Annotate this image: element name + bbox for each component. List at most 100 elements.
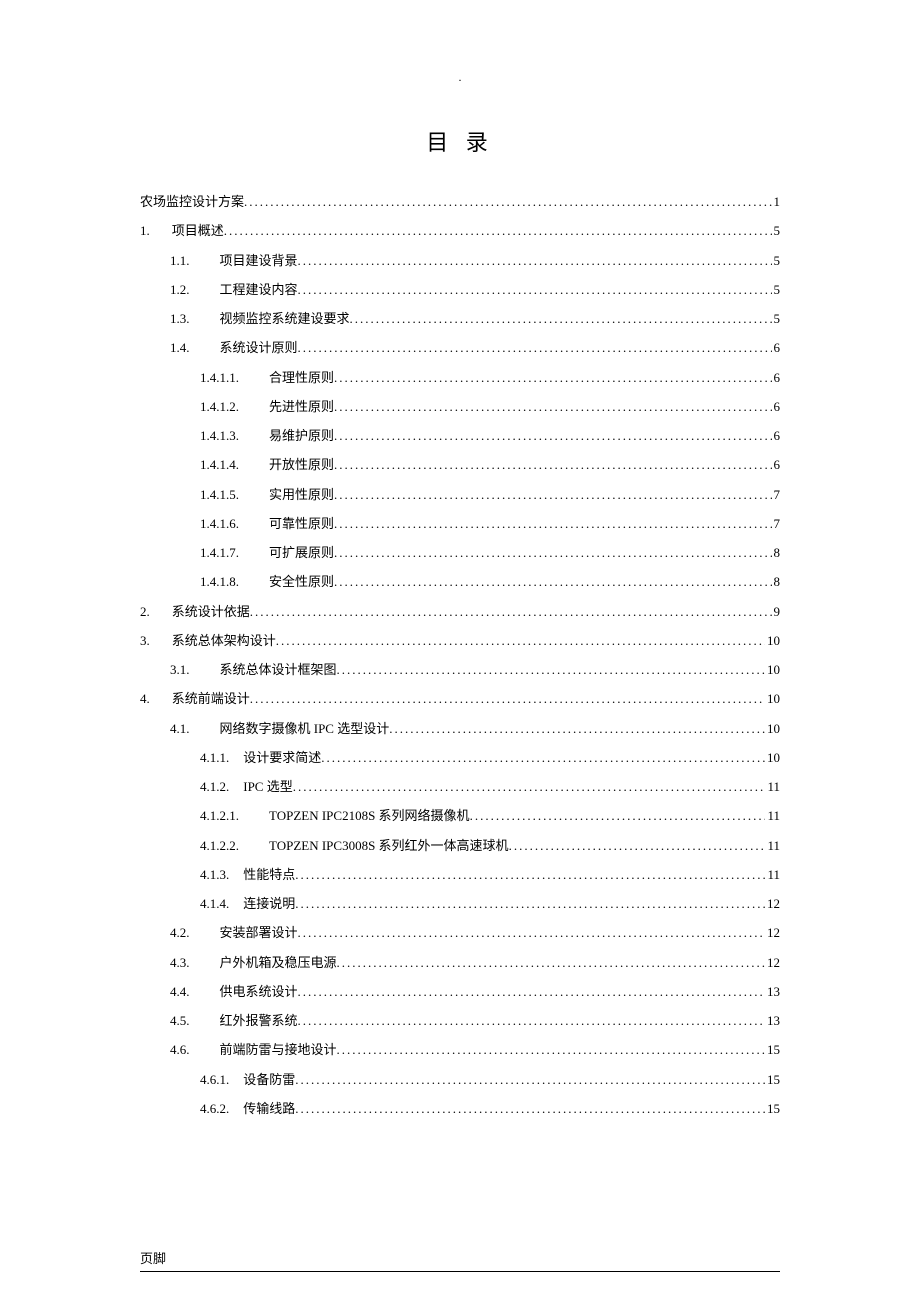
toc-number: 3.1. bbox=[170, 655, 190, 684]
toc-text: 易维护原则 bbox=[269, 421, 334, 450]
toc-entry: 1.4.1.3. 易维护原则 6 bbox=[140, 421, 780, 450]
toc-leader-dots bbox=[276, 626, 765, 655]
toc-number: 1.4.1.3. bbox=[200, 421, 239, 450]
toc-text: 户外机箱及稳压电源 bbox=[220, 948, 337, 977]
toc-leader-dots bbox=[389, 714, 765, 743]
toc-text: 项目建设背景 bbox=[220, 246, 298, 275]
toc-text: 性能特点 bbox=[243, 860, 295, 889]
toc-leader-dots bbox=[334, 450, 771, 479]
toc-page-number: 10 bbox=[765, 684, 780, 713]
toc-leader-dots bbox=[295, 889, 765, 918]
toc-page-number: 10 bbox=[765, 626, 780, 655]
toc-page-number: 11 bbox=[765, 801, 780, 830]
toc-entry: 4.1.1.设计要求简述10 bbox=[140, 743, 780, 772]
toc-page-number: 6 bbox=[772, 421, 781, 450]
toc-entry: 2.系统设计依据9 bbox=[140, 597, 780, 626]
toc-entry: 1.4.1.5. 实用性原则 7 bbox=[140, 480, 780, 509]
toc-leader-dots bbox=[470, 801, 766, 830]
toc-number: 1. bbox=[140, 216, 150, 245]
toc-text: 连接说明 bbox=[243, 889, 295, 918]
toc-page-number: 10 bbox=[765, 655, 780, 684]
toc-text: 项目概述 bbox=[172, 216, 224, 245]
toc-text: 工程建设内容 bbox=[220, 275, 298, 304]
toc-entry: 4.6.1.设备防雷15 bbox=[140, 1065, 780, 1094]
toc-number: 4.6.1. bbox=[200, 1065, 229, 1094]
toc-number: 1.2. bbox=[170, 275, 190, 304]
toc-text: 开放性原则 bbox=[269, 450, 334, 479]
toc-number: 1.4.1.2. bbox=[200, 392, 239, 421]
toc-leader-dots bbox=[295, 1094, 765, 1123]
toc-number: 1.1. bbox=[170, 246, 190, 275]
toc-text: 视频监控系统建设要求 bbox=[220, 304, 350, 333]
toc-entry: 4.1.2.2.TOPZEN IPC3008S 系列红外一体高速球机11 bbox=[140, 831, 780, 860]
toc-number: 1.4.1.7. bbox=[200, 538, 239, 567]
toc-page-number: 6 bbox=[772, 363, 781, 392]
toc-page-number: 11 bbox=[765, 831, 780, 860]
toc-entry: 1.4.系统设计原则6 bbox=[140, 333, 780, 362]
toc-page-number: 15 bbox=[765, 1094, 780, 1123]
toc-leader-dots bbox=[224, 216, 772, 245]
toc-page-number: 15 bbox=[765, 1065, 780, 1094]
toc-number: 2. bbox=[140, 597, 150, 626]
toc-entry: 4.2.安装部署设计12 bbox=[140, 918, 780, 947]
toc-leader-dots bbox=[250, 597, 772, 626]
toc-number: 1.4.1.4. bbox=[200, 450, 239, 479]
toc-page-number: 5 bbox=[772, 304, 781, 333]
toc-text: 系统总体设计框架图 bbox=[220, 655, 337, 684]
toc-page-number: 15 bbox=[765, 1035, 780, 1064]
toc-leader-dots bbox=[334, 509, 771, 538]
toc-text: IPC 选型 bbox=[243, 772, 292, 801]
toc-leader-dots bbox=[298, 918, 765, 947]
toc-page-number: 11 bbox=[765, 772, 780, 801]
toc-number: 4.6.2. bbox=[200, 1094, 229, 1123]
toc-text: 实用性原则 bbox=[269, 480, 334, 509]
toc-number: 1.3. bbox=[170, 304, 190, 333]
toc-leader-dots bbox=[298, 977, 765, 1006]
toc-leader-dots bbox=[298, 1006, 765, 1035]
toc-entry: 4.系统前端设计10 bbox=[140, 684, 780, 713]
toc-entry: 4.1.网络数字摄像机 IPC 选型设计10 bbox=[140, 714, 780, 743]
toc-entry: 1.4.1.1.合理性原则6 bbox=[140, 363, 780, 392]
toc-number: 1.4.1.6. bbox=[200, 509, 239, 538]
toc-number: 4. bbox=[140, 684, 150, 713]
toc-page-number: 12 bbox=[765, 948, 780, 977]
toc-entry: 4.1.2.1. TOPZEN IPC2108S 系列网络摄像机 11 bbox=[140, 801, 780, 830]
toc-leader-dots bbox=[334, 421, 771, 450]
toc-entry: 4.1.2.IPC 选型11 bbox=[140, 772, 780, 801]
toc-leader-dots bbox=[350, 304, 772, 333]
toc-number: 4.1. bbox=[170, 714, 190, 743]
toc-entry: 1.4.1.7.可扩展原则8 bbox=[140, 538, 780, 567]
top-marker: . bbox=[140, 70, 780, 85]
toc-text: 可靠性原则 bbox=[269, 509, 334, 538]
toc-text: TOPZEN IPC2108S 系列网络摄像机 bbox=[269, 801, 470, 830]
toc-entry: 4.5.红外报警系统13 bbox=[140, 1006, 780, 1035]
toc-text: 网络数字摄像机 IPC 选型设计 bbox=[220, 714, 390, 743]
toc-entry: 1.2.工程建设内容5 bbox=[140, 275, 780, 304]
toc-number: 4.6. bbox=[170, 1035, 190, 1064]
toc-page-number: 12 bbox=[765, 889, 780, 918]
toc-entry: 3.系统总体架构设计10 bbox=[140, 626, 780, 655]
toc-number: 4.1.2.1. bbox=[200, 801, 239, 830]
toc-entry: 4.1.4.连接说明12 bbox=[140, 889, 780, 918]
toc-leader-dots bbox=[337, 655, 765, 684]
footer-rule bbox=[140, 1271, 780, 1272]
toc-leader-dots bbox=[334, 538, 771, 567]
toc-entry: 4.6.2.传输线路15 bbox=[140, 1094, 780, 1123]
toc-entry: 1.4.1.2.先进性原则6 bbox=[140, 392, 780, 421]
toc-text: 前端防雷与接地设计 bbox=[220, 1035, 337, 1064]
toc-text: 合理性原则 bbox=[269, 363, 334, 392]
toc-number: 1.4. bbox=[170, 333, 190, 362]
toc-page-number: 7 bbox=[772, 480, 781, 509]
toc-page-number: 13 bbox=[765, 977, 780, 1006]
toc-leader-dots bbox=[298, 275, 772, 304]
toc-text: 设计要求简述 bbox=[243, 743, 321, 772]
toc-leader-dots bbox=[321, 743, 765, 772]
toc-page-number: 12 bbox=[765, 918, 780, 947]
toc-page-number: 5 bbox=[772, 216, 781, 245]
footer: 页脚 bbox=[140, 1248, 780, 1272]
toc-text: 系统设计依据 bbox=[172, 597, 250, 626]
toc-number: 1.4.1.5. bbox=[200, 480, 239, 509]
toc-number: 4.1.1. bbox=[200, 743, 229, 772]
toc-page-number: 6 bbox=[772, 333, 781, 362]
toc-page-number: 13 bbox=[765, 1006, 780, 1035]
